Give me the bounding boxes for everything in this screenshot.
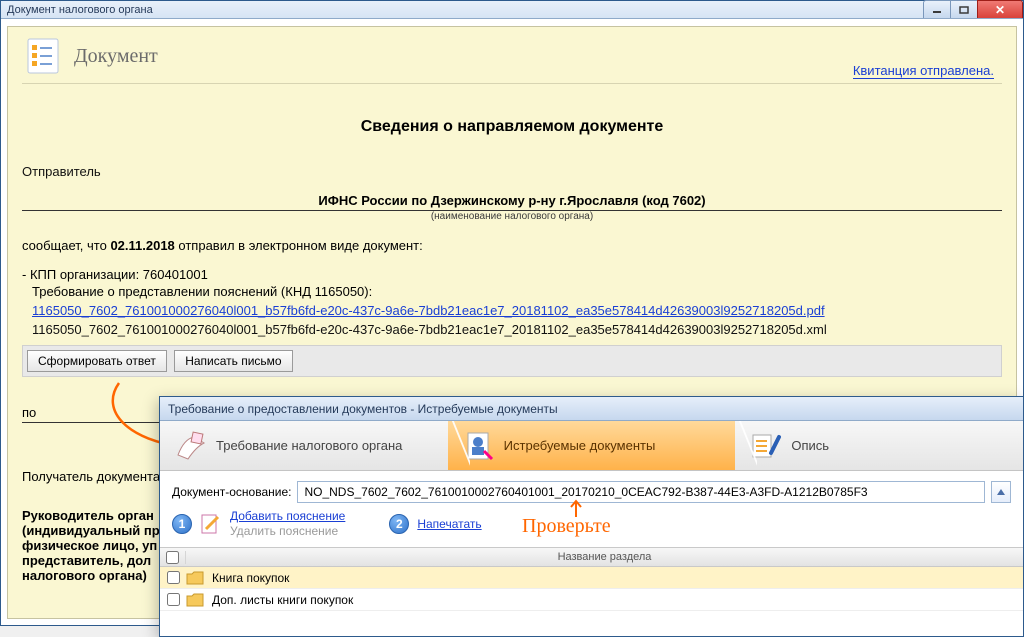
grid-header: Название раздела xyxy=(160,547,1023,567)
step-number-badge-1: 1 xyxy=(172,514,192,534)
write-letter-button[interactable]: Написать письмо xyxy=(174,350,292,372)
basis-dropdown-button[interactable] xyxy=(991,481,1011,503)
form-answer-button[interactable]: Сформировать ответ xyxy=(27,350,167,372)
step3-label: Опись xyxy=(791,438,829,453)
calendar-book-icon xyxy=(174,429,208,463)
receipt-sent-link[interactable]: Квитанция отправлена. xyxy=(853,63,994,79)
dialog-title: Требование о предоставлении документов -… xyxy=(168,402,558,416)
xml-filename: 1165050_7602_761001000276040l001_b57fb6f… xyxy=(32,322,1002,337)
kpp-line: КПП организации: 760401001 xyxy=(32,267,1002,282)
row-label: Доп. листы книги покупок xyxy=(210,593,353,607)
select-all-checkbox[interactable] xyxy=(166,551,179,564)
folder-icon xyxy=(186,571,204,585)
step1-label: Требование налогового органа xyxy=(216,438,402,453)
folder-icon xyxy=(186,593,204,607)
actions-row: 1 Добавить пояснение Удалить пояснение 2… xyxy=(160,509,1023,547)
grid-row[interactable]: Доп. листы книги покупок xyxy=(160,589,1023,611)
page-title: Сведения о направляемом документе xyxy=(22,118,1002,136)
button-bar: Сформировать ответ Написать письмо xyxy=(22,345,1002,377)
step2-label: Истребуемые документы xyxy=(504,438,656,453)
sent-line: сообщает, что 02.11.2018 отправил в элек… xyxy=(22,238,1002,253)
document-icon xyxy=(22,35,64,77)
window-minimize-button[interactable] xyxy=(923,0,951,18)
grid-row[interactable]: Книга покупок xyxy=(160,567,1023,589)
add-explanation-link[interactable]: Добавить пояснение xyxy=(230,509,345,524)
chevron-up-icon xyxy=(997,489,1005,495)
sent-date: 02.11.2018 xyxy=(110,238,174,253)
delete-explanation-link: Удалить пояснение xyxy=(230,524,345,539)
wizard-step-inventory[interactable]: Опись xyxy=(735,421,1023,470)
window-close-button[interactable]: ✕ xyxy=(977,0,1023,18)
window-titlebar[interactable]: Документ налогового органа ✕ xyxy=(1,1,1023,19)
wizard-steps: Требование налогового органа Истребуемые… xyxy=(160,421,1023,471)
requirement-line: Требование о представлении пояснений (КН… xyxy=(32,284,1002,299)
basis-document-label: Документ-основание: xyxy=(172,485,291,499)
edit-note-icon xyxy=(200,513,222,535)
wizard-step-documents[interactable]: Истребуемые документы xyxy=(448,421,736,470)
requirements-dialog: Требование о предоставлении документов -… xyxy=(159,396,1024,637)
sent-suffix: отправил в электронном виде документ: xyxy=(175,238,423,253)
annotation-up-arrow-icon xyxy=(568,499,584,517)
sender-label: Отправитель xyxy=(22,164,1002,179)
print-link[interactable]: Напечатать xyxy=(417,517,481,531)
step-number-badge-2: 2 xyxy=(389,514,409,534)
grid-header-name: Название раздела xyxy=(186,551,1023,563)
dialog-titlebar[interactable]: Требование о предоставлении документов -… xyxy=(160,397,1023,421)
row-label: Книга покупок xyxy=(210,571,289,585)
window-maximize-button[interactable] xyxy=(950,0,978,18)
row-checkbox[interactable] xyxy=(167,571,180,584)
document-heading: Документ xyxy=(74,45,158,68)
sent-prefix: сообщает, что xyxy=(22,238,110,253)
window-title: Документ налогового органа xyxy=(7,4,153,16)
sender-subcaption: (наименование налогового органа) xyxy=(22,211,1002,222)
sender-value: ИФНС России по Дзержинскому р-ну г.Яросл… xyxy=(22,193,1002,208)
basis-document-input[interactable] xyxy=(297,481,985,503)
pdf-link[interactable]: 1165050_7602_761001000276040l001_b57fb6f… xyxy=(32,303,825,318)
wizard-step-requirement[interactable]: Требование налогового органа xyxy=(160,421,448,470)
row-checkbox[interactable] xyxy=(167,593,180,606)
